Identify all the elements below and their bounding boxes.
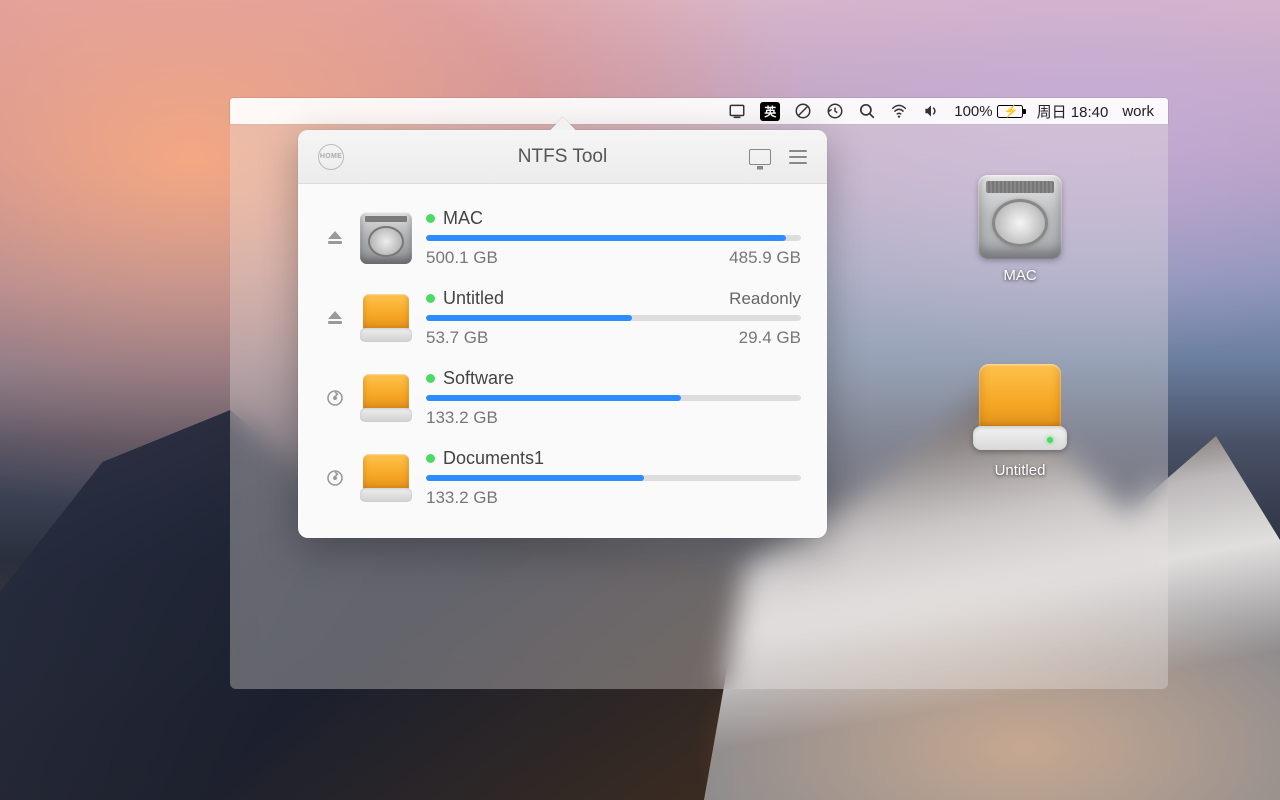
menu-icon[interactable] (789, 150, 807, 164)
volume-tag: Readonly (729, 289, 801, 309)
usage-bar (426, 395, 801, 401)
panel-header: HOME NTFS Tool (298, 130, 827, 184)
volume-free: 29.4 GB (739, 328, 801, 348)
status-dot-icon (426, 374, 435, 383)
menubar-app-icon[interactable] (728, 102, 746, 120)
menubar-user[interactable]: work (1122, 103, 1154, 120)
time-machine-icon[interactable] (826, 102, 844, 120)
usage-bar (426, 235, 801, 241)
volume-row[interactable]: Untitled Readonly 53.7 GB 29.4 GB (324, 278, 801, 358)
refresh-button[interactable] (324, 468, 346, 488)
desktop-drive-label: Untitled (965, 462, 1075, 479)
volume-row[interactable]: Software 133.2 GB (324, 358, 801, 438)
volume-info: MAC 500.1 GB 485.9 GB (426, 208, 801, 268)
desktop-drive-untitled[interactable]: Untitled (965, 360, 1075, 479)
panel-title: NTFS Tool (298, 146, 827, 168)
volume-name: Untitled (443, 288, 504, 309)
spotlight-icon[interactable] (858, 102, 876, 120)
display-icon[interactable] (749, 149, 771, 165)
usage-bar (426, 315, 801, 321)
desktop-drive-mac[interactable]: MAC (965, 175, 1075, 284)
eject-button[interactable] (324, 308, 346, 328)
menubar: 英 100% ⚡ 周日 18:40 work (230, 98, 1168, 124)
status-dot-icon (426, 294, 435, 303)
status-dot-icon (426, 454, 435, 463)
battery-icon: ⚡ (997, 105, 1023, 118)
volume-icon[interactable] (922, 102, 940, 120)
volume-row[interactable]: Documents1 133.2 GB (324, 438, 801, 518)
volume-total: 133.2 GB (426, 488, 498, 508)
ntfs-tool-panel: HOME NTFS Tool MAC 500.1 GB 485.9 GB Untitl… (298, 130, 827, 538)
volume-name: Software (443, 368, 514, 389)
battery-percent: 100% (954, 103, 992, 120)
volume-total: 500.1 GB (426, 248, 498, 268)
do-not-disturb-icon[interactable] (794, 102, 812, 120)
eject-button[interactable] (324, 228, 346, 248)
volume-info: Documents1 133.2 GB (426, 448, 801, 508)
volume-row[interactable]: MAC 500.1 GB 485.9 GB (324, 198, 801, 278)
status-dot-icon (426, 214, 435, 223)
refresh-button[interactable] (324, 388, 346, 408)
volume-info: Software 133.2 GB (426, 368, 801, 428)
menubar-clock[interactable]: 周日 18:40 (1037, 101, 1109, 122)
external-drive-icon (973, 360, 1067, 454)
input-method-indicator[interactable]: 英 (760, 102, 780, 121)
home-button[interactable]: HOME (318, 144, 344, 170)
volume-list: MAC 500.1 GB 485.9 GB Untitled Readonly 53.7 … (298, 184, 827, 538)
external-drive-icon (360, 372, 412, 424)
volume-total: 133.2 GB (426, 408, 498, 428)
volume-free: 485.9 GB (729, 248, 801, 268)
desktop-drive-label: MAC (965, 267, 1075, 284)
volume-info: Untitled Readonly 53.7 GB 29.4 GB (426, 288, 801, 348)
internal-drive-icon (978, 175, 1062, 259)
volume-name: MAC (443, 208, 483, 229)
usage-bar (426, 475, 801, 481)
volume-name: Documents1 (443, 448, 544, 469)
wifi-icon[interactable] (890, 102, 908, 120)
external-drive-icon (360, 292, 412, 344)
volume-total: 53.7 GB (426, 328, 488, 348)
battery-indicator[interactable]: 100% ⚡ (954, 103, 1022, 120)
external-drive-icon (360, 452, 412, 504)
internal-drive-icon (360, 212, 412, 264)
